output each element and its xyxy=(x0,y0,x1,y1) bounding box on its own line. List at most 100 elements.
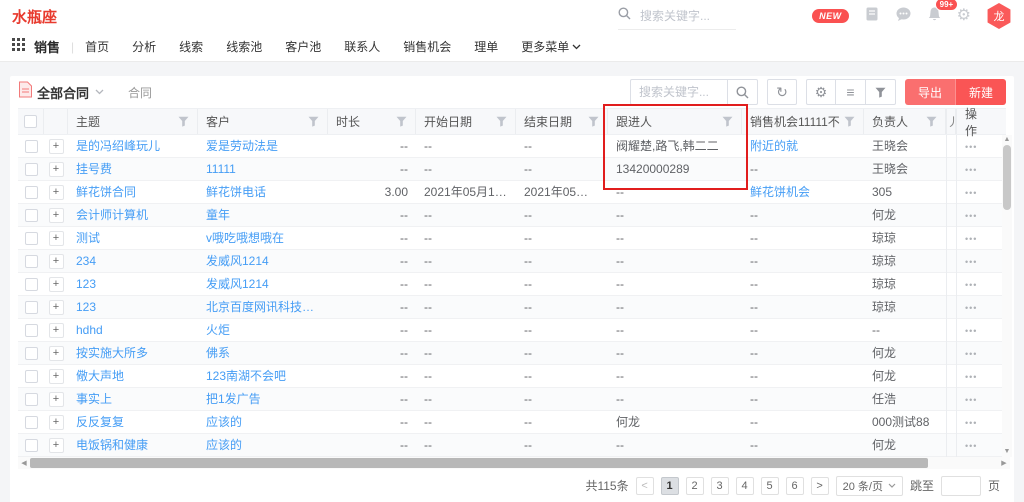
scroll-left-arrow[interactable]: ◀ xyxy=(18,459,30,467)
filter-funnel-icon[interactable] xyxy=(308,116,319,127)
row-actions-button[interactable]: ••• xyxy=(965,441,977,451)
row-actions-button[interactable]: ••• xyxy=(965,280,977,290)
row-checkbox[interactable] xyxy=(25,186,38,199)
row-checkbox[interactable] xyxy=(25,393,38,406)
row-checkbox[interactable] xyxy=(25,416,38,429)
page-button-2[interactable]: 2 xyxy=(686,477,704,495)
row-checkbox[interactable] xyxy=(25,140,38,153)
row-actions-button[interactable]: ••• xyxy=(965,372,977,382)
filter-funnel-icon[interactable] xyxy=(588,116,599,127)
select-all-checkbox[interactable] xyxy=(24,115,37,128)
nav-app-label[interactable]: 销售 xyxy=(34,37,60,56)
settings-button[interactable]: ⚙ xyxy=(806,79,836,105)
page-button-5[interactable]: 5 xyxy=(761,477,779,495)
col-owner[interactable]: 负责人 xyxy=(864,109,946,134)
refresh-button[interactable]: ↻ xyxy=(767,79,797,105)
expand-row-button[interactable]: + xyxy=(49,277,64,292)
page-button-6[interactable]: 6 xyxy=(786,477,804,495)
page-button-4[interactable]: 4 xyxy=(736,477,754,495)
col-customer[interactable]: 客户 xyxy=(198,109,328,134)
expand-row-button[interactable]: + xyxy=(49,438,64,453)
cell-customer[interactable]: 鲜花饼电话 xyxy=(198,181,328,204)
cell-theme[interactable]: hdhd xyxy=(68,319,198,342)
col-end-date[interactable]: 结束日期 xyxy=(516,109,608,134)
notebook-icon[interactable] xyxy=(864,6,880,27)
cell-theme[interactable]: 鲜花饼合同 xyxy=(68,181,198,204)
nav-item-分析[interactable]: 分析 xyxy=(132,38,156,55)
row-actions-button[interactable]: ••• xyxy=(965,303,977,313)
cell-customer[interactable]: 北京百度网讯科技有限公司 xyxy=(198,296,328,319)
cell-theme[interactable]: 测试 xyxy=(68,227,198,250)
list-search-input[interactable] xyxy=(631,85,727,99)
row-checkbox[interactable] xyxy=(25,278,38,291)
expand-row-button[interactable]: + xyxy=(49,323,64,338)
filter-funnel-icon[interactable] xyxy=(926,116,937,127)
global-search[interactable] xyxy=(618,7,736,30)
cell-theme[interactable]: 事实上 xyxy=(68,388,198,411)
row-actions-button[interactable]: ••• xyxy=(965,326,977,336)
cell-customer[interactable]: 发威风1214 xyxy=(198,250,328,273)
nav-item-线索[interactable]: 线索 xyxy=(179,38,203,55)
expand-row-button[interactable]: + xyxy=(49,346,64,361)
row-checkbox[interactable] xyxy=(25,370,38,383)
cell-customer[interactable]: 11111 xyxy=(198,158,328,181)
filter-button[interactable] xyxy=(866,79,896,105)
cell-theme[interactable]: 挂号费 xyxy=(68,158,198,181)
row-checkbox[interactable] xyxy=(25,255,38,268)
tab-contract[interactable]: 合同 xyxy=(128,84,152,101)
expand-row-button[interactable]: + xyxy=(49,300,64,315)
cell-theme[interactable]: 按实施大所多 xyxy=(68,342,198,365)
row-actions-button[interactable]: ••• xyxy=(965,349,977,359)
cell-theme[interactable]: 儆大声地 xyxy=(68,365,198,388)
nav-item-客户池[interactable]: 客户池 xyxy=(285,38,321,55)
vertical-scrollbar[interactable]: ▲ ▼ xyxy=(1002,135,1012,457)
row-checkbox[interactable] xyxy=(25,209,38,222)
row-checkbox[interactable] xyxy=(25,439,38,452)
scroll-down-arrow[interactable]: ▼ xyxy=(1002,447,1012,457)
create-button[interactable]: 新建 xyxy=(955,79,1006,105)
row-actions-button[interactable]: ••• xyxy=(965,142,977,152)
cell-theme[interactable]: 电饭锅和健康 xyxy=(68,434,198,457)
row-checkbox[interactable] xyxy=(25,232,38,245)
horizontal-scrollbar[interactable]: ◀ ▶ xyxy=(18,457,1010,469)
cell-theme[interactable]: 反反复复 xyxy=(68,411,198,434)
cell-theme[interactable]: 123 xyxy=(68,296,198,319)
filter-funnel-icon[interactable] xyxy=(178,116,189,127)
row-actions-button[interactable]: ••• xyxy=(965,257,977,267)
expand-row-button[interactable]: + xyxy=(49,254,64,269)
col-start-date[interactable]: 开始日期 xyxy=(416,109,516,134)
nav-item-首页[interactable]: 首页 xyxy=(85,38,109,55)
cell-customer[interactable]: 应该的 xyxy=(198,411,328,434)
expand-row-button[interactable]: + xyxy=(49,162,64,177)
gear-icon[interactable]: ⚙ xyxy=(957,8,971,24)
expand-row-button[interactable]: + xyxy=(49,208,64,223)
expand-row-button[interactable]: + xyxy=(49,369,64,384)
row-actions-button[interactable]: ••• xyxy=(965,234,977,244)
columns-button[interactable]: ≡ xyxy=(836,79,866,105)
cell-customer[interactable]: 把1发广告 xyxy=(198,388,328,411)
nav-item-销售机会[interactable]: 销售机会 xyxy=(403,38,451,55)
export-button[interactable]: 导出 xyxy=(905,79,955,105)
cell-customer[interactable]: 发威风1214 xyxy=(198,273,328,296)
cell-customer[interactable]: 火炬 xyxy=(198,319,328,342)
cell-theme[interactable]: 234 xyxy=(68,250,198,273)
cell-customer[interactable]: 佛系 xyxy=(198,342,328,365)
page-size-select[interactable]: 20 条/页 xyxy=(836,476,903,496)
expand-row-button[interactable]: + xyxy=(49,415,64,430)
cell-customer[interactable]: 爱是劳动法是 xyxy=(198,135,328,158)
cell-customer[interactable]: 应该的 xyxy=(198,434,328,457)
col-follower[interactable]: 跟进人 xyxy=(608,109,742,134)
prev-page-button[interactable]: < xyxy=(636,477,654,495)
filter-funnel-icon[interactable] xyxy=(844,116,855,127)
row-checkbox[interactable] xyxy=(25,163,38,176)
expand-row-button[interactable]: + xyxy=(49,231,64,246)
expand-row-button[interactable]: + xyxy=(49,185,64,200)
global-search-input[interactable] xyxy=(638,8,728,24)
view-selector[interactable]: 全部合同 xyxy=(37,83,104,102)
avatar[interactable]: 龙 xyxy=(986,3,1012,29)
list-search[interactable] xyxy=(630,79,758,105)
col-opportunity[interactable]: 销售机会11111不 xyxy=(742,109,864,134)
notifications-bell[interactable]: 99+ xyxy=(927,6,942,27)
col-duration[interactable]: 时长 xyxy=(328,109,416,134)
cell-opportunity[interactable]: 附近的就 xyxy=(742,135,864,158)
